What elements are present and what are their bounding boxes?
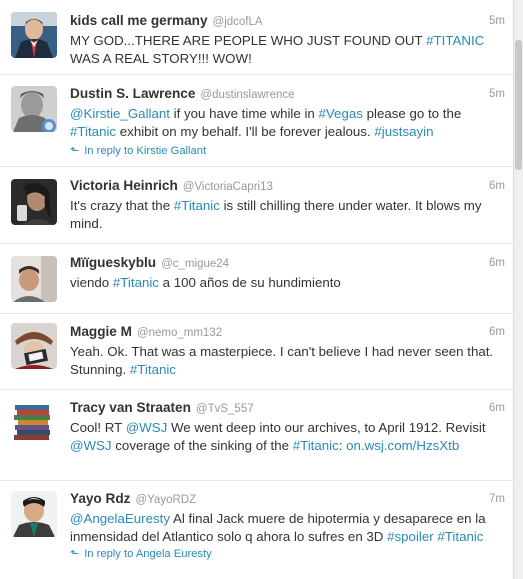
in-reply-to-label: In reply to Angela Euresty bbox=[84, 548, 212, 561]
tweet-text-segment: WAS A REAL STORY!!! WOW! bbox=[70, 50, 252, 66]
tweet-timestamp[interactable]: 5m bbox=[489, 85, 505, 103]
tweet-text: @AngelaEuresty Al final Jack muere de hi… bbox=[70, 510, 505, 545]
reply-arrow-icon: ⬑ bbox=[70, 548, 80, 561]
tweet-text-segment: please go to the bbox=[362, 106, 462, 121]
hashtag-link[interactable]: #TITANIC bbox=[426, 33, 484, 48]
hashtag-link[interactable]: #Vegas bbox=[319, 106, 363, 121]
scrollbar[interactable] bbox=[513, 0, 523, 579]
tweet-author-name[interactable]: Yayo Rdz bbox=[70, 491, 130, 506]
tweet-item[interactable]: kids call me germany @jdcofLA 5m MY GOD..… bbox=[0, 0, 513, 75]
tweet-text: MY GOD...THERE ARE PEOPLE WHO JUST FOUND… bbox=[70, 32, 505, 67]
hashtag-link[interactable]: #Titanic bbox=[437, 529, 483, 544]
tweet-author-name[interactable]: kids call me germany bbox=[70, 13, 208, 28]
hashtag-link[interactable]: #Titanic bbox=[113, 275, 159, 290]
tweet-handle[interactable]: @dustinslawrence bbox=[200, 89, 294, 101]
tweet-item[interactable]: Tracy van Straaten @TvS_557 6m Cool! RT @… bbox=[0, 390, 513, 481]
avatar[interactable] bbox=[11, 12, 57, 58]
tweet-handle[interactable]: @VictoriaCapri13 bbox=[183, 181, 273, 193]
url-link[interactable]: on.wsj.com/HzsXtb bbox=[346, 438, 459, 453]
tweet-text-segment: if you have time while in bbox=[169, 106, 319, 121]
tweet-text: viendo #Titanic a 100 años de su hundimi… bbox=[70, 274, 505, 292]
tweet-item[interactable]: Dustin S. Lawrence @dustinslawrence 5m @K… bbox=[0, 75, 513, 167]
tweet-text: @Kirstie_Gallant if you have time while … bbox=[70, 105, 505, 140]
tweet-handle[interactable]: @TvS_557 bbox=[196, 403, 254, 415]
tweet-item[interactable]: Maggie M @nemo_mm132 6m Yeah. Ok. That wa… bbox=[0, 314, 513, 390]
tweet-timestamp[interactable]: 7m bbox=[489, 490, 505, 508]
avatar[interactable] bbox=[11, 323, 57, 369]
hashtag-link[interactable]: #spoiler bbox=[387, 529, 434, 544]
tweet-author-name[interactable]: Mïïgueskyblu bbox=[70, 255, 156, 270]
tweet-timestamp[interactable]: 5m bbox=[489, 12, 505, 30]
mention-link[interactable]: @WSJ bbox=[126, 420, 168, 435]
tweet-author-name[interactable]: Tracy van Straaten bbox=[70, 400, 191, 415]
tweet-text: Yeah. Ok. That was a masterpiece. I can'… bbox=[70, 343, 505, 378]
tweet-text-segment: viendo bbox=[70, 275, 113, 290]
tweet-timestamp[interactable]: 6m bbox=[489, 399, 505, 417]
tweet-text-segment: MY GOD...THERE ARE PEOPLE WHO JUST FOUND… bbox=[70, 33, 427, 48]
tweet-handle[interactable]: @jdcofLA bbox=[213, 16, 263, 28]
hashtag-link[interactable]: #Titanic bbox=[70, 124, 116, 139]
hashtag-link[interactable]: #justsayin bbox=[374, 124, 433, 139]
avatar[interactable] bbox=[11, 179, 57, 225]
hashtag-link[interactable]: #Titanic bbox=[174, 198, 220, 213]
avatar[interactable] bbox=[11, 256, 57, 302]
tweet-text-segment: Cool! RT bbox=[70, 420, 126, 435]
tweet-text-segment: exhibit on my behalf. I'll be forever je… bbox=[116, 123, 375, 139]
in-reply-to-link[interactable]: ⬑ In reply to Kirstie Gallant bbox=[70, 144, 505, 158]
tweet-author-name[interactable]: Dustin S. Lawrence bbox=[70, 86, 195, 101]
tweet-timestamp[interactable]: 6m bbox=[489, 323, 505, 341]
tweet-timeline: kids call me germany @jdcofLA 5m MY GOD..… bbox=[0, 0, 514, 579]
tweet-item[interactable]: Victoria Heinrich @VictoriaCapri13 6m It'… bbox=[0, 167, 513, 244]
avatar[interactable] bbox=[11, 86, 57, 132]
hashtag-link[interactable]: #Titanic bbox=[293, 438, 339, 453]
tweet-author-name[interactable]: Victoria Heinrich bbox=[70, 178, 178, 193]
avatar[interactable] bbox=[11, 399, 57, 445]
in-reply-to-label: In reply to Kirstie Gallant bbox=[84, 145, 207, 158]
tweet-handle[interactable]: @c_migue24 bbox=[161, 258, 229, 270]
tweet-text-segment: It's crazy that the bbox=[70, 198, 174, 213]
tweet-handle[interactable]: @YayoRDZ bbox=[135, 494, 196, 506]
tweet-text-segment: We went deep into our archives, to April… bbox=[167, 420, 486, 435]
tweet-timestamp[interactable]: 6m bbox=[489, 254, 505, 272]
tweet-author-name[interactable]: Maggie M bbox=[70, 324, 132, 339]
tweet-text: Cool! RT @WSJ We went deep into our arch… bbox=[70, 419, 505, 454]
mention-link[interactable]: @AngelaEuresty bbox=[70, 511, 170, 526]
scrollbar-thumb[interactable] bbox=[515, 40, 522, 170]
in-reply-to-link[interactable]: ⬑ In reply to Angela Euresty bbox=[70, 547, 505, 561]
tweet-handle[interactable]: @nemo_mm132 bbox=[137, 327, 222, 339]
tweet-text-segment: coverage of the sinking of the bbox=[111, 437, 293, 453]
reply-arrow-icon: ⬑ bbox=[70, 145, 80, 158]
tweet-item[interactable]: Yayo Rdz @YayoRDZ 7m @AngelaEuresty Al fi… bbox=[0, 481, 513, 579]
tweet-timestamp[interactable]: 6m bbox=[489, 177, 505, 195]
mention-link[interactable]: @Kirstie_Gallant bbox=[70, 106, 170, 121]
tweet-text: It's crazy that the #Titanic is still ch… bbox=[70, 197, 505, 232]
tweet-text-segment: a 100 años de su hundimiento bbox=[158, 275, 341, 290]
tweet-item[interactable]: Mïïgueskyblu @c_migue24 6m viendo #Titani… bbox=[0, 244, 513, 314]
avatar[interactable] bbox=[11, 491, 57, 537]
hashtag-link[interactable]: #Titanic bbox=[130, 362, 176, 377]
mention-link[interactable]: @WSJ bbox=[70, 438, 112, 453]
